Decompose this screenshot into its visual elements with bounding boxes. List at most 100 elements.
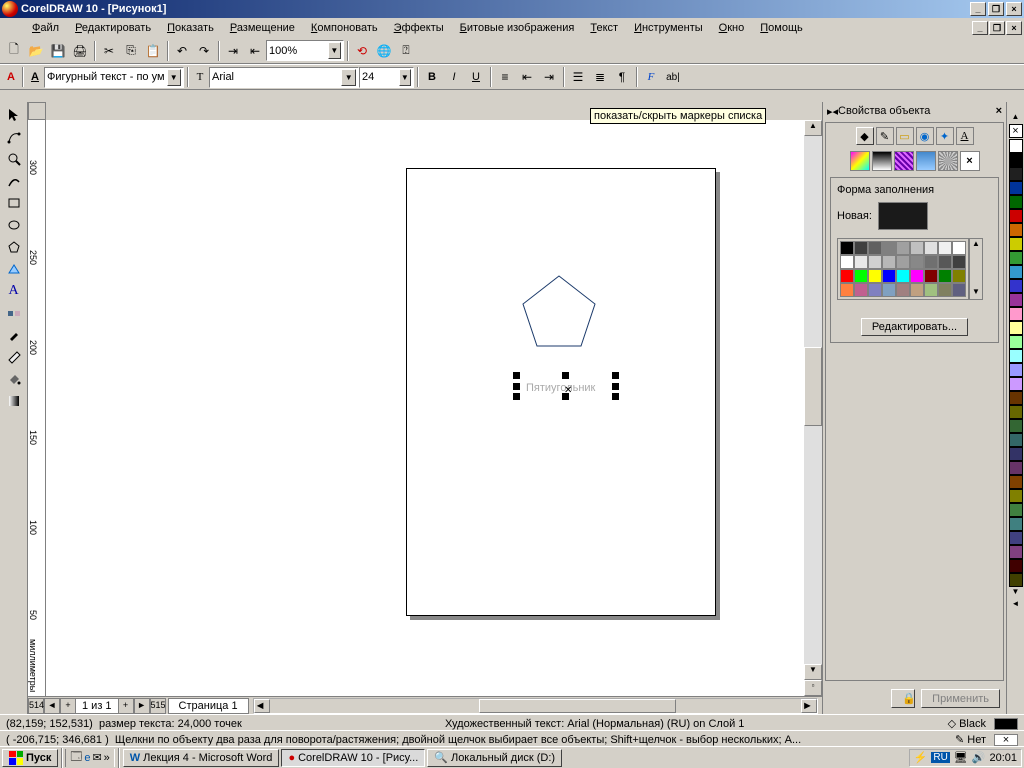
palette-swatch[interactable] — [868, 283, 882, 297]
palette-swatch[interactable] — [938, 269, 952, 283]
palette-swatch[interactable] — [910, 269, 924, 283]
pentagon-shape[interactable] — [519, 274, 599, 350]
new-button[interactable]: 🗋 — [3, 40, 25, 62]
strip-swatch[interactable] — [1009, 307, 1023, 321]
redo-button[interactable]: ↷ — [193, 40, 215, 62]
polygon-tool[interactable] — [2, 236, 26, 258]
palette-swatch[interactable] — [896, 255, 910, 269]
strip-swatch[interactable] — [1009, 405, 1023, 419]
strip-swatch[interactable] — [1009, 545, 1023, 559]
vertical-ruler[interactable]: 300 250 200 150 100 50 миллиметры — [28, 120, 46, 696]
format-text-button[interactable]: F — [640, 66, 662, 88]
docker-tab-outline[interactable]: ✎ — [876, 127, 894, 145]
task-word[interactable]: WЛекция 4 - Microsoft Word — [123, 749, 280, 767]
strip-swatch[interactable] — [1009, 167, 1023, 181]
font-size-combo[interactable]: ▼ — [359, 67, 414, 88]
palette-swatch[interactable] — [910, 283, 924, 297]
strip-swatch[interactable] — [1009, 363, 1023, 377]
indent-decrease-icon[interactable]: ⇤ — [516, 66, 538, 88]
nonprinting-button[interactable]: ¶ — [611, 66, 633, 88]
close-button[interactable]: × — [1006, 2, 1022, 16]
fill-pattern[interactable] — [894, 151, 914, 171]
palette-up[interactable]: ▲ — [970, 239, 982, 251]
menu-edit[interactable]: Редактировать — [67, 20, 159, 36]
bullets-button[interactable]: ☰ — [567, 66, 589, 88]
zoom-input[interactable] — [269, 45, 328, 57]
pick-tool[interactable] — [2, 104, 26, 126]
page-first[interactable]: 514 — [28, 698, 44, 714]
strip-swatch[interactable] — [1009, 209, 1023, 223]
menu-arrange[interactable]: Компоновать — [303, 20, 386, 36]
strip-swatch[interactable] — [1009, 377, 1023, 391]
palette-swatch[interactable] — [896, 269, 910, 283]
ql-desktop-icon[interactable]: 🗔 — [70, 748, 82, 767]
docker-tab-fill[interactable]: ◆ — [856, 127, 874, 145]
freehand-tool[interactable] — [2, 170, 26, 192]
minimize-button[interactable]: _ — [970, 2, 986, 16]
strip-swatch[interactable] — [1009, 251, 1023, 265]
fill-uniform[interactable] — [850, 151, 870, 171]
palette-swatch[interactable] — [840, 255, 854, 269]
fill-none[interactable]: × — [960, 151, 980, 171]
menu-effects[interactable]: Эффекты — [386, 20, 452, 36]
palette-swatch[interactable] — [924, 283, 938, 297]
save-button[interactable]: 💾 — [47, 40, 69, 62]
strip-swatch[interactable] — [1009, 503, 1023, 517]
palette-swatch[interactable] — [854, 269, 868, 283]
palette-swatch[interactable] — [882, 269, 896, 283]
strip-swatch[interactable] — [1009, 237, 1023, 251]
docker-tab-3[interactable]: ▭ — [896, 127, 914, 145]
strip-swatch[interactable] — [1009, 349, 1023, 363]
task-explorer[interactable]: 🔍Локальный диск (D:) — [427, 749, 562, 767]
palette-swatch[interactable] — [896, 283, 910, 297]
palette-swatch[interactable] — [952, 241, 966, 255]
palette-swatch[interactable] — [854, 255, 868, 269]
dropcap-button[interactable]: ≣ — [589, 66, 611, 88]
palette-swatch[interactable] — [868, 255, 882, 269]
edit-text-button[interactable]: ab| — [662, 66, 684, 88]
palette-swatch[interactable] — [938, 255, 952, 269]
strip-swatch[interactable] — [1009, 573, 1023, 587]
docker-tab-6[interactable]: A — [956, 127, 974, 145]
italic-button[interactable]: I — [443, 66, 465, 88]
menu-text[interactable]: Текст — [582, 20, 626, 36]
palette-swatch[interactable] — [952, 283, 966, 297]
indent-increase-icon[interactable]: ⇥ — [538, 66, 560, 88]
edit-fill-button[interactable]: Редактировать... — [861, 318, 968, 336]
palette-swatch[interactable] — [924, 241, 938, 255]
strip-swatch[interactable] — [1009, 223, 1023, 237]
palette-strip-up[interactable]: ▲ — [1009, 112, 1023, 124]
palette-down[interactable]: ▼ — [970, 287, 982, 299]
page-prev[interactable]: ◄ — [44, 698, 60, 714]
app-launcher-icon[interactable]: ⟲ — [351, 40, 373, 62]
ql-ie-icon[interactable]: e — [84, 752, 90, 764]
fill-tool[interactable] — [2, 368, 26, 390]
palette-swatch[interactable] — [868, 269, 882, 283]
zoom-tool[interactable] — [2, 148, 26, 170]
menu-bitmaps[interactable]: Битовые изображения — [452, 20, 583, 36]
menu-view[interactable]: Показать — [159, 20, 222, 36]
vertical-scrollbar[interactable]: ▲ ▼ ▫ — [804, 120, 822, 696]
page-add-after[interactable]: + — [118, 698, 134, 714]
menu-help[interactable]: Помощь — [752, 20, 811, 36]
tray-icon-2[interactable]: 🖥 — [954, 751, 968, 764]
color-palette-grid[interactable] — [837, 238, 969, 300]
strip-swatch[interactable] — [1009, 195, 1023, 209]
strip-swatch[interactable] — [1009, 531, 1023, 545]
font-combo[interactable]: ▼ — [209, 67, 359, 88]
palette-swatch[interactable] — [952, 255, 966, 269]
shape-tool[interactable] — [2, 126, 26, 148]
page-last[interactable]: 515 — [150, 698, 166, 714]
bold-button[interactable]: B — [421, 66, 443, 88]
strip-swatch[interactable] — [1009, 447, 1023, 461]
basic-shapes-tool[interactable] — [2, 258, 26, 280]
fill-texture[interactable] — [916, 151, 936, 171]
menu-file[interactable]: Файл — [24, 20, 67, 36]
cut-button[interactable]: ✂ — [98, 40, 120, 62]
strip-swatch[interactable] — [1009, 279, 1023, 293]
text-type-combo[interactable]: ▼ — [44, 67, 184, 88]
strip-swatch[interactable] — [1009, 559, 1023, 573]
palette-swatch[interactable] — [910, 241, 924, 255]
tray-icon-1[interactable]: ⚡ — [914, 751, 928, 764]
docker-title[interactable]: ▸◂ Свойства объекта × — [823, 102, 1006, 120]
